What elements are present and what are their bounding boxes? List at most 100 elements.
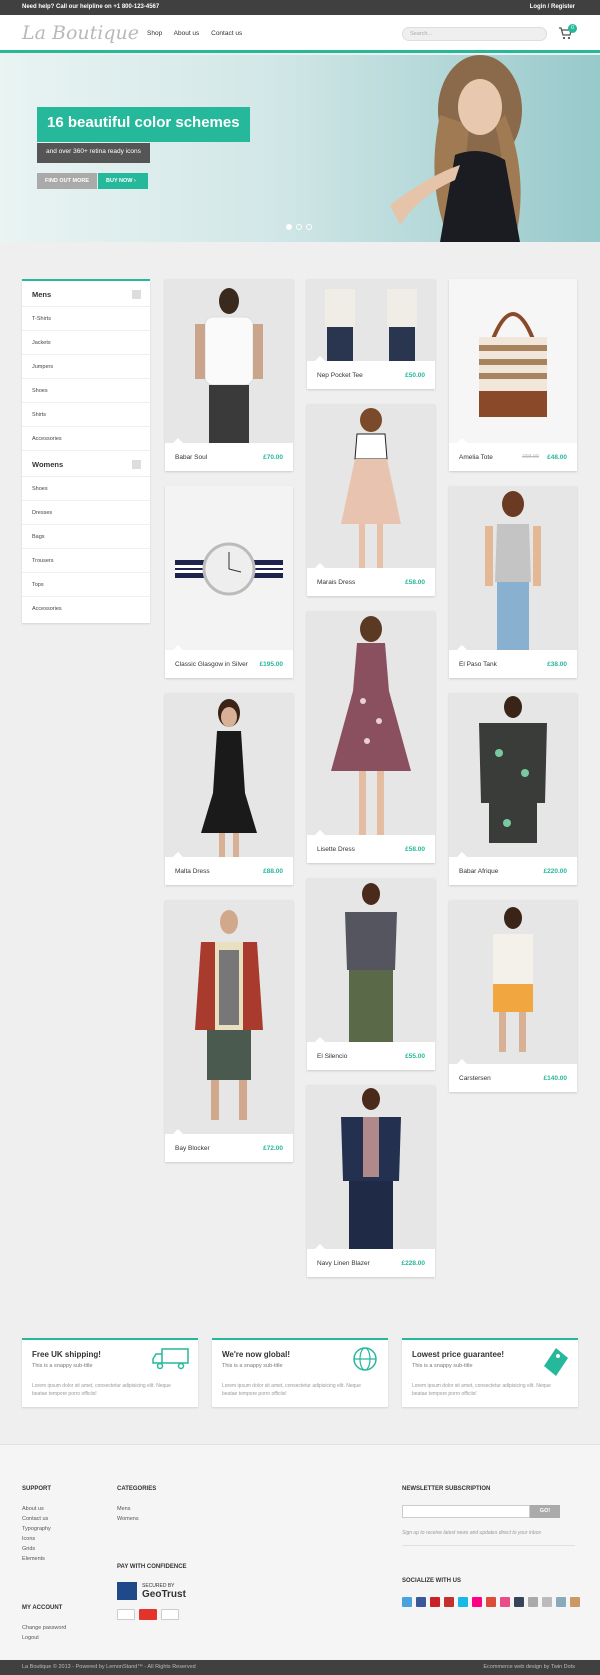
- product-card[interactable]: Malta Dress £88.00: [165, 693, 293, 885]
- product-card[interactable]: Babar Afrique £220.00: [449, 693, 577, 885]
- sidebar-item[interactable]: Accessories: [22, 597, 150, 621]
- find-out-more-button[interactable]: FIND OUT MORE: [37, 173, 97, 189]
- product-name[interactable]: Amelia Tote: [459, 454, 493, 461]
- slider-dot-1[interactable]: [286, 224, 292, 230]
- nav-shop[interactable]: Shop: [147, 30, 162, 37]
- product-card[interactable]: Marais Dress £58.00: [307, 404, 435, 596]
- footer-link[interactable]: About us: [22, 1504, 51, 1514]
- product-image[interactable]: [165, 693, 293, 857]
- sidebar-item[interactable]: Trousers: [22, 549, 150, 573]
- facebook-icon[interactable]: [416, 1597, 426, 1607]
- product-name[interactable]: Malta Dress: [175, 868, 210, 875]
- product-card[interactable]: Classic Glasgow in Silver £195.00: [165, 486, 293, 678]
- sidebar-item[interactable]: Dresses: [22, 501, 150, 525]
- sidebar-mens-header[interactable]: Mens: [22, 281, 150, 307]
- product-card[interactable]: Lisette Dress £58.00: [307, 611, 435, 863]
- product-image[interactable]: [165, 279, 293, 443]
- dribbble-icon[interactable]: [500, 1597, 510, 1607]
- footer-link[interactable]: Contact us: [22, 1514, 51, 1524]
- product-image[interactable]: [449, 693, 577, 857]
- product-card[interactable]: Navy Linen Blazer £228.00: [307, 1085, 435, 1277]
- share-icon[interactable]: [542, 1597, 552, 1607]
- rss-icon[interactable]: [570, 1597, 580, 1607]
- product-name[interactable]: El Paso Tank: [459, 661, 497, 668]
- product-image[interactable]: [165, 486, 293, 650]
- product-name[interactable]: Babar Soul: [175, 454, 207, 461]
- social-icons: [402, 1597, 584, 1609]
- product-name[interactable]: Classic Glasgow in Silver: [175, 661, 248, 668]
- product-image[interactable]: [307, 878, 435, 1042]
- sidebar-item[interactable]: Shirts: [22, 403, 150, 427]
- buy-now-label: BUY NOW: [106, 178, 133, 184]
- product-name[interactable]: Bay Blocker: [175, 1145, 210, 1152]
- footer-link[interactable]: Logout: [22, 1633, 66, 1643]
- sidebar-item[interactable]: Shoes: [22, 379, 150, 403]
- product-name[interactable]: Navy Linen Blazer: [317, 1260, 370, 1267]
- footer-link[interactable]: Mens: [117, 1504, 139, 1514]
- product-card[interactable]: El Paso Tank £38.00: [449, 486, 577, 678]
- product-name[interactable]: Nep Pocket Tee: [317, 372, 363, 379]
- product-name[interactable]: Carstersen: [459, 1075, 491, 1082]
- slider-dot-3[interactable]: [306, 224, 312, 230]
- sidebar-item[interactable]: Jackets: [22, 331, 150, 355]
- product-caption: Navy Linen Blazer £228.00: [307, 1244, 435, 1277]
- sidebar-item[interactable]: Jumpers: [22, 355, 150, 379]
- slider-dot-2[interactable]: [296, 224, 302, 230]
- sidebar-item[interactable]: Shoes: [22, 477, 150, 501]
- geotrust-brand-text: GeoTrust: [142, 1589, 186, 1600]
- sidebar-item[interactable]: Bags: [22, 525, 150, 549]
- product-name[interactable]: Marais Dress: [317, 579, 355, 586]
- newsletter-email-input[interactable]: [402, 1505, 530, 1518]
- footer-link[interactable]: Grids: [22, 1544, 51, 1554]
- product-card[interactable]: Amelia Tote £58.00 £48.00: [449, 279, 577, 471]
- pinterest-icon[interactable]: [430, 1597, 440, 1607]
- product-name[interactable]: Lisette Dress: [317, 846, 355, 853]
- product-card[interactable]: Bay Blocker £72.00: [165, 900, 293, 1162]
- collapse-icon[interactable]: [132, 290, 141, 299]
- product-image[interactable]: [307, 404, 435, 568]
- product-image[interactable]: [307, 1085, 435, 1249]
- search-input[interactable]: Search...: [402, 27, 547, 41]
- linkedin-icon[interactable]: [556, 1597, 566, 1607]
- product-card[interactable]: El Silencio £55.00: [307, 878, 435, 1070]
- footer-link[interactable]: Womens: [117, 1514, 139, 1524]
- product-card[interactable]: Babar Soul £70.00: [165, 279, 293, 471]
- product-price: £58.00: [405, 579, 425, 586]
- instagram-icon[interactable]: [528, 1597, 538, 1607]
- twitter-icon[interactable]: [402, 1597, 412, 1607]
- sidebar-womens-header[interactable]: Womens: [22, 451, 150, 477]
- product-image[interactable]: [165, 900, 293, 1134]
- product-name[interactable]: El Silencio: [317, 1053, 347, 1060]
- sidebar-item[interactable]: T-Shirts: [22, 307, 150, 331]
- product-image[interactable]: [307, 611, 435, 835]
- caption-notch: [315, 830, 325, 835]
- nav-contact[interactable]: Contact us: [211, 30, 242, 37]
- product-image[interactable]: [449, 900, 577, 1064]
- product-card[interactable]: Nep Pocket Tee £50.00: [307, 279, 435, 389]
- newsletter-go-button[interactable]: GO!: [530, 1505, 560, 1518]
- footer-link[interactable]: Elements: [22, 1554, 51, 1564]
- product-name[interactable]: Babar Afrique: [459, 868, 498, 875]
- product-image[interactable]: [307, 279, 435, 361]
- footer-link[interactable]: Typography: [22, 1524, 51, 1534]
- tumblr-icon[interactable]: [514, 1597, 524, 1607]
- logo[interactable]: La Boutique: [22, 22, 139, 44]
- product-image[interactable]: [449, 279, 577, 443]
- sidebar-item[interactable]: Accessories: [22, 427, 150, 451]
- footer-link[interactable]: Change password: [22, 1623, 66, 1633]
- main-nav: Shop About us Contact us: [147, 30, 252, 37]
- collapse-icon[interactable]: [132, 460, 141, 469]
- youtube-icon[interactable]: [444, 1597, 454, 1607]
- sidebar-item[interactable]: Tops: [22, 573, 150, 597]
- login-register-link[interactable]: Login / Register: [530, 4, 575, 10]
- buy-now-button[interactable]: BUY NOW ›: [98, 173, 148, 189]
- footer-link[interactable]: Icons: [22, 1534, 51, 1544]
- nav-about[interactable]: About us: [174, 30, 200, 37]
- flickr-icon[interactable]: [472, 1597, 482, 1607]
- vimeo-icon[interactable]: [458, 1597, 468, 1607]
- product-image[interactable]: [449, 486, 577, 650]
- credit-link[interactable]: Ecommerce web design by Twin Dots: [483, 1664, 575, 1670]
- google-plus-icon[interactable]: [486, 1597, 496, 1607]
- product-card[interactable]: Carstersen £140.00: [449, 900, 577, 1092]
- payment-cards: [117, 1609, 183, 1622]
